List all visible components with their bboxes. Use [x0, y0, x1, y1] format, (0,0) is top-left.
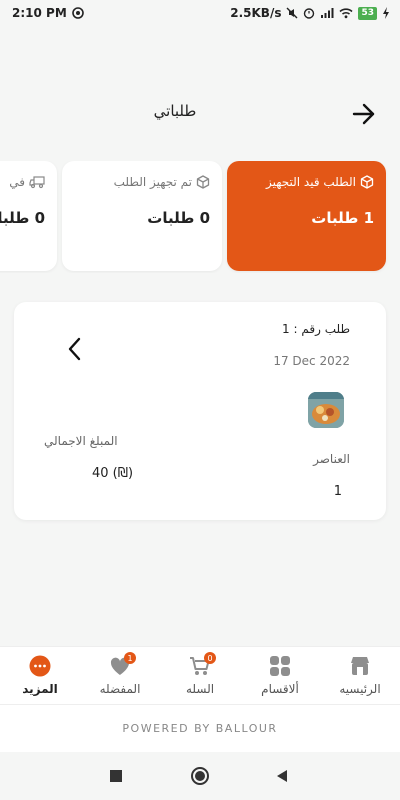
- network-speed: 2.5KB/s: [230, 6, 282, 20]
- favorites-badge: 1: [124, 652, 136, 664]
- system-nav-bar: [0, 752, 400, 800]
- store-icon: [351, 657, 369, 675]
- signal-icon: [321, 8, 334, 18]
- nav-label: المزيد: [22, 682, 58, 696]
- circle-icon: [191, 767, 209, 785]
- product-image: [308, 392, 344, 428]
- home-button[interactable]: [190, 766, 210, 786]
- status-card-delivery[interactable]: في 0 طلبات: [0, 161, 57, 271]
- order-item-thumbnail: [308, 392, 344, 428]
- triangle-back-icon: [277, 770, 287, 782]
- chevron-left-icon: [68, 337, 81, 361]
- status-right: 2.5KB/s 53: [230, 6, 390, 20]
- alarm-icon: [304, 8, 315, 19]
- status-card-label: في: [9, 175, 25, 189]
- order-details-button[interactable]: [64, 334, 86, 364]
- battery-icon: 53: [358, 6, 377, 20]
- nav-label: المفضله: [99, 682, 141, 696]
- items-count: 1: [333, 484, 342, 499]
- nav-item-home[interactable]: الرئيسيه: [320, 647, 400, 704]
- status-card-count: 0 طلبات: [0, 209, 45, 227]
- nav-label: ألاقسام: [261, 682, 299, 696]
- nav-item-more[interactable]: المزيد: [0, 647, 80, 704]
- system-back-button[interactable]: [272, 766, 292, 786]
- nav-item-categories[interactable]: ألاقسام: [240, 647, 320, 704]
- status-card-label: الطلب قيد التجهيز: [265, 175, 356, 189]
- square-icon: [110, 770, 122, 782]
- status-card-count: 0 طلبات: [147, 209, 210, 227]
- powered-by-footer: POWERED BY BALLOUR: [0, 704, 400, 752]
- status-time: 2:10 PM: [12, 6, 67, 20]
- wifi-icon: [339, 8, 354, 19]
- arrow-right-icon: [352, 103, 375, 125]
- box-icon: [360, 175, 374, 189]
- recents-button[interactable]: [106, 766, 126, 786]
- order-status-tabs[interactable]: الطلب قيد التجهيز 1 طلبات تم تجهيز الطلب…: [0, 161, 400, 273]
- back-button[interactable]: [350, 100, 378, 128]
- total-amount: 40 (₪): [92, 466, 134, 481]
- nav-item-cart[interactable]: 0 السله: [160, 647, 240, 704]
- truck-icon: [29, 176, 45, 189]
- nav-label: السله: [185, 682, 215, 696]
- app-header: طلباتي: [0, 90, 400, 136]
- items-label: العناصر: [313, 452, 350, 466]
- nav-item-favorites[interactable]: 1 المفضله: [80, 647, 160, 704]
- box-icon: [196, 175, 210, 189]
- page-title: طلباتي: [153, 102, 197, 120]
- more-icon: [29, 655, 51, 677]
- order-card[interactable]: طلب رقم : 1 17 Dec 2022 العناصر 1 المبلغ…: [14, 302, 386, 520]
- status-card-count: 1 طلبات: [311, 209, 374, 227]
- status-left: 2:10 PM: [12, 6, 84, 20]
- order-number: طلب رقم : 1: [282, 322, 350, 336]
- cart-badge: 0: [204, 652, 216, 664]
- status-bar: 2:10 PM 2.5KB/s 53: [0, 0, 400, 26]
- status-card-label: تم تجهيز الطلب: [113, 175, 192, 189]
- order-date: 17 Dec 2022: [273, 354, 350, 368]
- status-card-ready[interactable]: تم تجهيز الطلب 0 طلبات: [62, 161, 222, 271]
- grid-icon: [270, 656, 290, 676]
- charging-icon: [383, 7, 389, 19]
- notification-icon: [71, 7, 84, 19]
- bottom-nav: الرئيسيه ألاقسام 0 السله 1 المفضله المزي…: [0, 646, 400, 704]
- total-label: المبلغ الاجمالي: [44, 434, 118, 448]
- nav-label: الرئيسيه: [339, 682, 381, 696]
- mute-icon: [286, 7, 298, 19]
- status-card-processing[interactable]: الطلب قيد التجهيز 1 طلبات: [227, 161, 386, 271]
